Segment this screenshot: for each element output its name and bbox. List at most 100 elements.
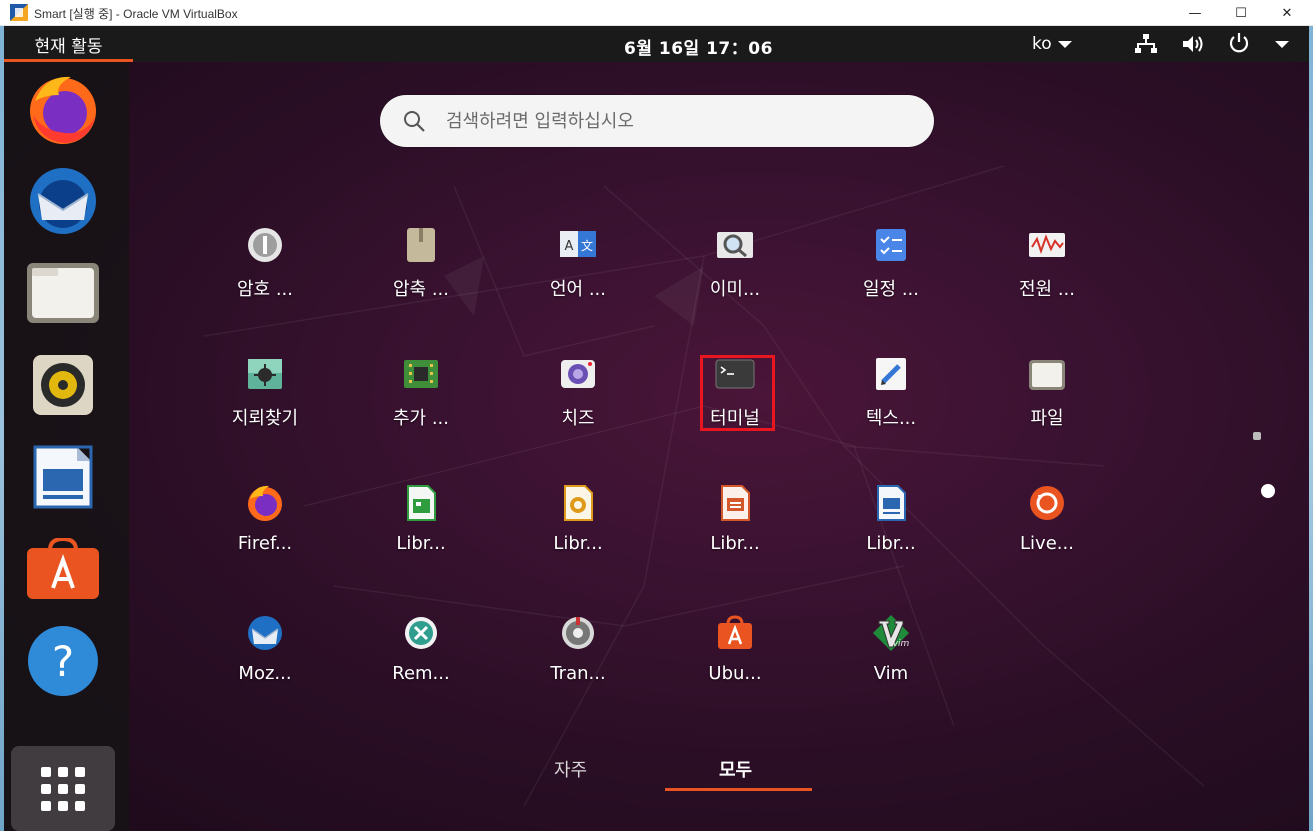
- dock-item-help[interactable]: ?: [22, 620, 104, 702]
- text-editor-icon: [876, 358, 906, 390]
- app-label: 이미...: [709, 279, 761, 300]
- app-power-stats[interactable]: 전원 ...: [982, 225, 1112, 325]
- app-firefox[interactable]: Firef...: [200, 483, 330, 583]
- dock-item-files[interactable]: [22, 252, 104, 334]
- app-label: Rem...: [392, 663, 450, 684]
- app-language[interactable]: A 文 언어 ...: [513, 225, 643, 325]
- app-text-editor[interactable]: 텍스...: [826, 354, 956, 454]
- host-desktop-edge-right: [1309, 26, 1313, 831]
- app-libreoffice-writer[interactable]: Libr...: [826, 483, 956, 583]
- grid-icon: [41, 766, 85, 811]
- rhythmbox-icon: [33, 355, 93, 415]
- page-indicator-1[interactable]: [1253, 432, 1261, 440]
- power-stats-icon: [1029, 233, 1065, 257]
- app-libreoffice-impress[interactable]: Libr...: [670, 483, 800, 583]
- app-vim[interactable]: vim Vim: [826, 613, 956, 713]
- app-label: 파일: [1030, 408, 1064, 429]
- app-label: 암호 ...: [236, 279, 293, 300]
- app-label: Libr...: [710, 533, 760, 554]
- software-icon: [27, 538, 99, 599]
- thunderbird-icon: [30, 168, 96, 234]
- system-menu-chevron-icon[interactable]: [1275, 41, 1289, 48]
- search-input[interactable]: [446, 108, 906, 134]
- app-archive[interactable]: 압축 ...: [356, 225, 486, 325]
- tab-all[interactable]: 모두: [719, 756, 752, 782]
- app-label: Firef...: [237, 533, 293, 554]
- minimize-button[interactable]: —: [1172, 0, 1218, 26]
- app-livepatch[interactable]: Live...: [982, 483, 1112, 583]
- vm-screen: 현재 활동 6월 16일 17：06 ko ? 검색하려면 입력하십시오 암호 …: [4, 26, 1309, 831]
- active-tab-underline: [665, 788, 812, 791]
- svg-text:文: 文: [581, 238, 593, 253]
- writer-icon: [33, 445, 93, 509]
- writer-icon: [877, 485, 906, 521]
- window-title: Smart [실행 중] - Oracle VM VirtualBox: [34, 7, 238, 21]
- page-indicator-2[interactable]: [1261, 484, 1275, 498]
- language-label: ko: [1032, 34, 1052, 54]
- cheese-icon: [561, 360, 595, 388]
- dock-item-thunderbird[interactable]: [22, 160, 104, 242]
- maximize-button[interactable]: ☐: [1218, 0, 1264, 26]
- top-bar: 현재 활동 6월 16일 17：06 ko: [4, 26, 1309, 62]
- image-viewer-icon: [717, 232, 753, 258]
- calendar-icon: [876, 229, 906, 261]
- mines-icon: [248, 359, 282, 389]
- files-icon: [1029, 360, 1065, 390]
- language-indicator[interactable]: ko: [1032, 34, 1072, 54]
- app-label: Libr...: [553, 533, 603, 554]
- help-icon: ?: [28, 626, 98, 696]
- app-ubuntu-software[interactable]: Ubu...: [670, 613, 800, 713]
- tab-frequent[interactable]: 자주: [554, 756, 587, 782]
- firefox-icon: [30, 76, 96, 144]
- virtualbox-app-icon: [10, 4, 28, 21]
- transmission-icon: [562, 617, 594, 649]
- app-label: Libr...: [396, 533, 446, 554]
- app-files[interactable]: 파일: [982, 354, 1112, 454]
- app-label: 추가 ...: [392, 408, 449, 429]
- close-button[interactable]: ✕: [1264, 0, 1310, 26]
- dock-item-firefox[interactable]: [22, 68, 104, 150]
- archive-icon: [407, 228, 435, 262]
- dock: ?: [4, 62, 129, 831]
- volume-icon[interactable]: [1182, 35, 1206, 53]
- window-title-bar: Smart [실행 중] - Oracle VM VirtualBox — ☐ …: [0, 0, 1313, 26]
- network-icon[interactable]: [1135, 34, 1157, 54]
- calc-icon: [407, 485, 436, 521]
- app-libreoffice-calc[interactable]: Libr...: [356, 483, 486, 583]
- thunderbird-icon: [248, 616, 282, 650]
- activities-button[interactable]: 현재 활동: [4, 26, 133, 62]
- app-cheese[interactable]: 치즈: [513, 354, 643, 454]
- livepatch-icon: [1030, 486, 1064, 520]
- show-applications-button[interactable]: [11, 746, 115, 831]
- dock-item-software[interactable]: [22, 528, 104, 610]
- dock-item-writer[interactable]: [22, 436, 104, 518]
- app-mines[interactable]: 지뢰찾기: [200, 354, 330, 454]
- search-bar[interactable]: [380, 95, 934, 147]
- impress-icon: [721, 485, 750, 521]
- vim-icon: vim: [873, 615, 910, 651]
- draw-icon: [564, 485, 593, 521]
- app-label: Libr...: [866, 533, 916, 554]
- drivers-icon: [404, 360, 438, 388]
- app-image-viewer[interactable]: 이미...: [670, 225, 800, 325]
- remmina-icon: [405, 617, 437, 649]
- power-icon[interactable]: [1228, 32, 1250, 54]
- app-thunderbird[interactable]: Moz...: [200, 613, 330, 713]
- app-drivers[interactable]: 추가 ...: [356, 354, 486, 454]
- files-icon: [27, 263, 99, 323]
- app-label: 언어 ...: [549, 279, 606, 300]
- app-libreoffice-draw[interactable]: Libr...: [513, 483, 643, 583]
- app-label: 일정 ...: [862, 279, 919, 300]
- app-calendar[interactable]: 일정 ...: [826, 225, 956, 325]
- svg-text:vim: vim: [893, 639, 910, 649]
- app-remmina[interactable]: Rem...: [356, 613, 486, 713]
- clock[interactable]: 6월 16일 17：06: [624, 34, 773, 59]
- app-label: Tran...: [550, 663, 606, 684]
- language-icon: A 文: [560, 231, 596, 257]
- app-password[interactable]: 암호 ...: [200, 225, 330, 325]
- dock-item-rhythmbox[interactable]: [22, 344, 104, 426]
- svg-text:A: A: [565, 239, 574, 254]
- password-icon: [248, 228, 282, 262]
- app-label: Vim: [873, 663, 909, 684]
- app-transmission[interactable]: Tran...: [513, 613, 643, 713]
